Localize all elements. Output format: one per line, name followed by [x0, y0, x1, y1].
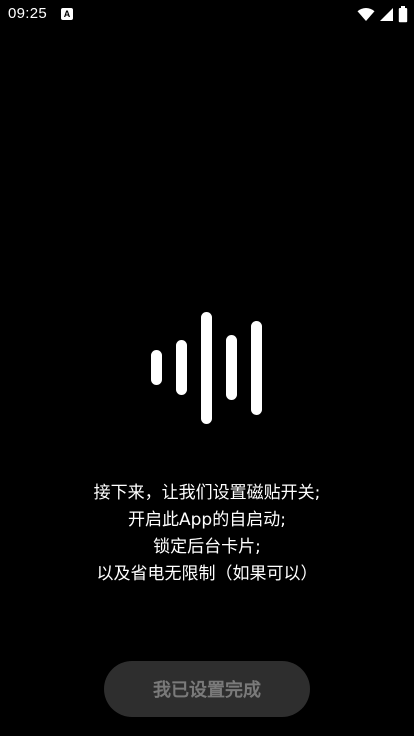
- instruction-line: 接下来，让我们设置磁贴开关;: [93, 483, 321, 503]
- battery-icon: [398, 5, 408, 22]
- status-bar: 09:25 A: [0, 0, 414, 30]
- waveform-bar: [176, 340, 187, 395]
- waveform-bar: [251, 321, 262, 415]
- setup-instructions: 接下来，让我们设置磁贴开关; 开启此App的自启动; 锁定后台卡片; 以及省电无…: [0, 480, 414, 588]
- waveform-bar: [226, 335, 237, 400]
- wifi-icon: [357, 7, 375, 21]
- waveform-bar: [151, 350, 162, 385]
- instruction-line: 以及省电无限制（如果可以）: [96, 564, 318, 584]
- setup-done-button[interactable]: 我已设置完成: [104, 661, 310, 717]
- notification-app-icon: A: [61, 8, 73, 20]
- instruction-line: 开启此App的自启动;: [128, 510, 286, 530]
- cellular-signal-icon: [380, 7, 393, 21]
- instruction-line: 锁定后台卡片;: [153, 537, 261, 557]
- waveform-bar: [201, 312, 212, 424]
- sound-waveform-icon: [151, 312, 262, 424]
- status-time: 09:25: [8, 5, 48, 22]
- status-icons: [357, 4, 408, 24]
